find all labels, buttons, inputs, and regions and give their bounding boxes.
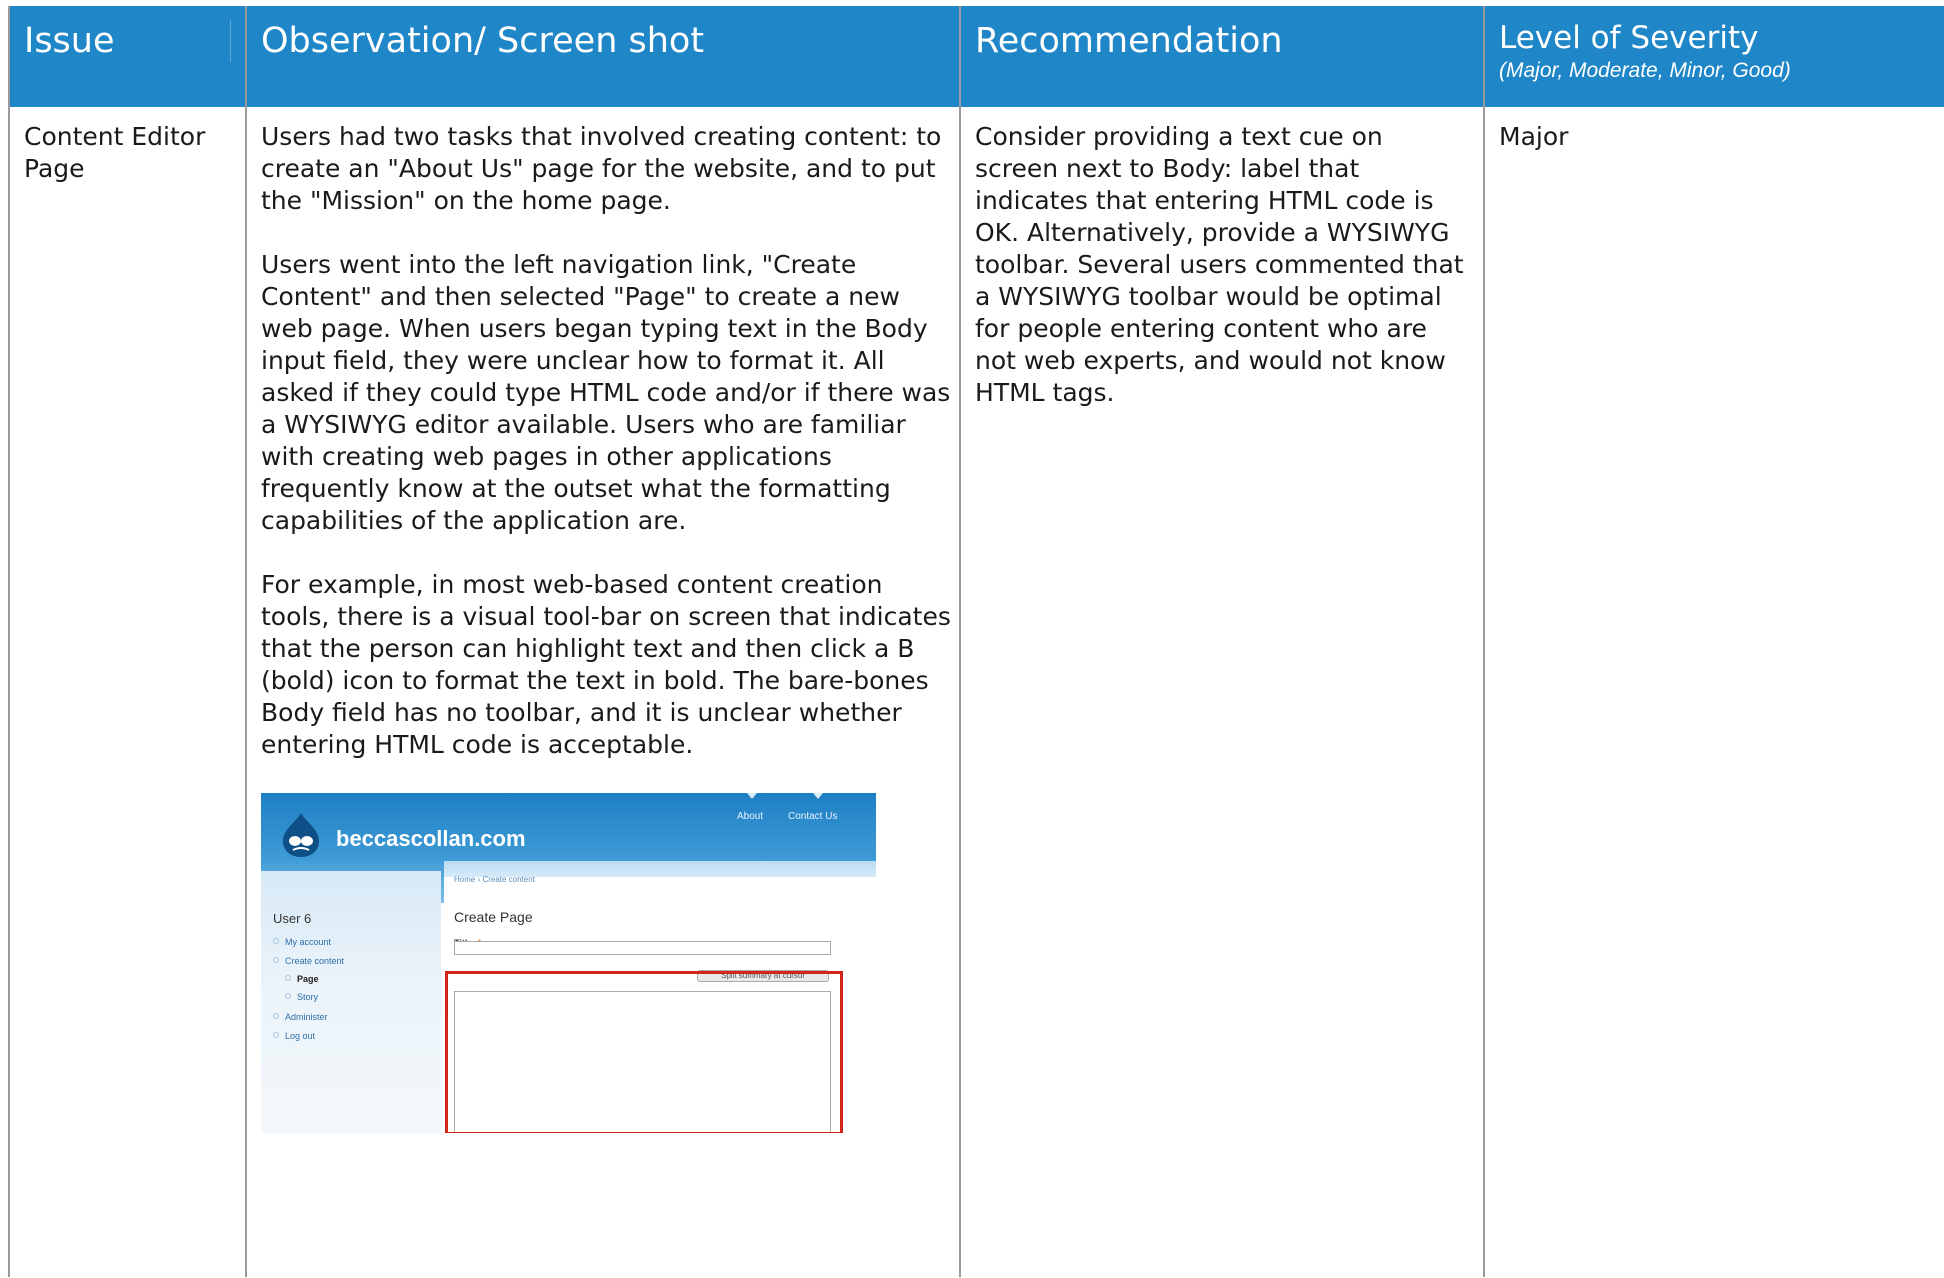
table-row: Content Editor Page Users had two tasks …	[8, 107, 1944, 1277]
issue-cell: Content Editor Page	[8, 107, 247, 1277]
bullet-icon	[273, 1013, 279, 1019]
bullet-icon	[273, 938, 279, 944]
header-observation: Observation/ Screen shot	[245, 6, 961, 107]
observation-paragraph-2: Users went into the left navigation link…	[261, 250, 951, 535]
bullet-icon	[285, 993, 291, 999]
breadcrumb: Home › Create content	[454, 875, 535, 884]
recommendation-cell: Consider providing a text cue on screen …	[959, 107, 1485, 1277]
bullet-icon	[273, 957, 279, 963]
nav-tick-icon	[813, 793, 823, 799]
severity-cell: Major	[1483, 107, 1944, 1277]
nav-about: About	[737, 811, 764, 822]
bullet-icon	[273, 1032, 279, 1038]
menu-log-out: Log out	[273, 1020, 315, 1052]
highlight-box	[445, 971, 843, 1133]
usability-findings-table: Issue Observation/ Screen shot Recommend…	[8, 6, 1944, 1277]
header-issue: Issue	[8, 6, 247, 107]
severity-value: Major	[1499, 122, 1569, 151]
site-name: beccascollan.com	[336, 826, 526, 851]
observation-paragraph-1: Users had two tasks that involved creati…	[261, 122, 942, 215]
nav-contact-us: Contact Us	[788, 811, 838, 822]
header-row: Issue Observation/ Screen shot Recommend…	[8, 6, 1944, 107]
observation-cell: Users had two tasks that involved creati…	[245, 107, 961, 1277]
embedded-screenshot: beccascollan.com About Contact Us Home ›…	[261, 793, 876, 1133]
header-recommendation: Recommendation	[959, 6, 1485, 107]
title-input	[454, 941, 831, 955]
severity-scale-note: (Major, Moderate, Minor, Good)	[1499, 59, 1791, 83]
issue-text: Content Editor Page	[24, 122, 206, 183]
nav-tick-icon	[747, 793, 757, 799]
recommendation-text: Consider providing a text cue on screen …	[975, 122, 1464, 407]
drupal-logo-icon	[283, 813, 319, 857]
observation-paragraph-3: For example, in most web-based content c…	[261, 570, 951, 759]
header-severity: Level of Severity (Major, Moderate, Mino…	[1483, 6, 1944, 107]
